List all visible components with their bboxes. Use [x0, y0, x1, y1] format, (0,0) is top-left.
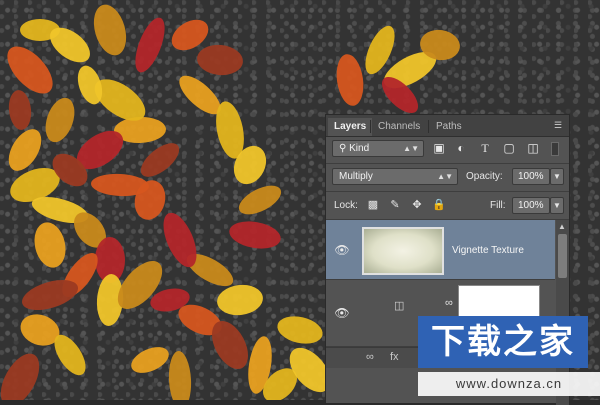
- lock-all-icon[interactable]: 🔒: [432, 197, 446, 213]
- lock-label: Lock:: [334, 200, 358, 211]
- tab-divider: [370, 120, 371, 133]
- leaf: [197, 44, 243, 76]
- lock-image-pixels-icon[interactable]: ✎: [388, 197, 402, 213]
- link-chain-icon[interactable]: ∞: [445, 297, 455, 311]
- opacity-dropdown-icon[interactable]: ▼: [550, 168, 564, 185]
- watermark-logo: 下载之家: [418, 316, 588, 368]
- tab-divider: [428, 120, 429, 133]
- divider: [326, 163, 569, 164]
- divider: [326, 191, 569, 192]
- leaf: [336, 54, 364, 106]
- tab-channels[interactable]: Channels: [372, 118, 426, 136]
- leaf: [140, 143, 180, 177]
- tab-paths[interactable]: Paths: [430, 118, 468, 136]
- filter-kind-select[interactable]: ⚲ Kind ▲▼: [332, 140, 424, 157]
- select-arrows-icon: ▲▼: [403, 144, 419, 153]
- scroll-thumb[interactable]: [558, 234, 567, 278]
- leaf: [238, 185, 282, 215]
- leaf: [93, 4, 127, 56]
- link-layers-icon[interactable]: ∞: [366, 351, 374, 363]
- leaf: [131, 347, 169, 373]
- tab-layers[interactable]: Layers: [328, 118, 373, 136]
- shape-filter-icon[interactable]: ▢: [501, 141, 517, 156]
- blend-mode-select[interactable]: Multiply ▲▼: [332, 168, 458, 185]
- visibility-eye-icon[interactable]: 👁: [332, 242, 352, 258]
- fill-field[interactable]: 100%: [512, 197, 550, 214]
- leaf: [45, 97, 75, 143]
- search-icon: ⚲: [339, 143, 347, 154]
- layer-name[interactable]: Vignette Texture: [452, 245, 524, 256]
- leaf: [0, 353, 40, 400]
- leaf: [168, 351, 192, 400]
- opacity-field[interactable]: 100%: [512, 168, 550, 185]
- leaf: [7, 46, 53, 94]
- leaf: [135, 17, 165, 73]
- filter-row: ⚲ Kind ▲▼ ▣ ◐ T ▢ ◫: [326, 140, 569, 158]
- leaf: [229, 221, 281, 249]
- visibility-eye-icon[interactable]: 👁: [332, 305, 352, 321]
- leaf: [217, 284, 263, 316]
- opacity-label: Opacity:: [466, 171, 503, 182]
- lock-position-icon[interactable]: ✥: [410, 197, 424, 213]
- adjustment-filter-icon[interactable]: ◐: [453, 141, 469, 156]
- leaf: [277, 316, 323, 344]
- select-arrows-icon: ▲▼: [437, 172, 453, 181]
- panel-tab-bar: Layers Channels Paths ☰: [326, 115, 569, 137]
- type-filter-icon[interactable]: T: [477, 141, 493, 156]
- watermark-url: www.downza.cn: [418, 372, 600, 396]
- blend-row: Multiply ▲▼ Opacity: 100% ▼: [326, 168, 569, 186]
- lock-row: Lock: ▩ ✎ ✥ 🔒 Fill: 100% ▼: [326, 197, 569, 215]
- smart-object-filter-icon[interactable]: ◫: [525, 141, 541, 156]
- watermark: 下载之家 www.downza.cn: [418, 316, 600, 400]
- image-filter-icon[interactable]: ▣: [431, 141, 447, 156]
- blend-mode-value: Multiply: [339, 171, 373, 182]
- panel-menu-icon[interactable]: ☰: [551, 119, 565, 131]
- filter-kind-label: Kind: [349, 143, 370, 154]
- lock-transparent-pixels-icon[interactable]: ▩: [366, 197, 380, 213]
- leaf: [8, 90, 32, 130]
- layer-row-vignette-texture[interactable]: 👁 Vignette Texture: [326, 220, 555, 280]
- adjustment-layer-icon: ◫: [394, 300, 405, 312]
- fill-label: Fill:: [490, 200, 506, 211]
- layer-thumbnail: [362, 227, 444, 275]
- leaf: [34, 222, 66, 268]
- fx-icon[interactable]: fx: [390, 351, 399, 363]
- filter-toggle[interactable]: [551, 142, 559, 156]
- scroll-up-icon[interactable]: ▲: [558, 222, 566, 231]
- fill-dropdown-icon[interactable]: ▼: [550, 197, 564, 214]
